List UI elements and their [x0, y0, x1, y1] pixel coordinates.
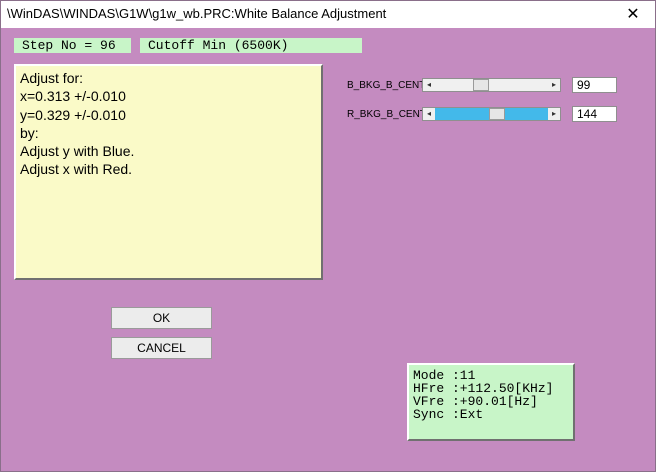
instruction-line: Adjust y with Blue.	[20, 143, 135, 160]
scroll-right-icon[interactable]: ▸	[548, 108, 560, 120]
close-icon[interactable]: ✕	[611, 1, 655, 28]
instruction-line: x=0.313 +/-0.010	[20, 88, 126, 105]
ok-button[interactable]: OK	[111, 307, 212, 329]
r-bkg-value-field[interactable]: 144	[572, 106, 617, 122]
scroll-left-icon[interactable]: ◂	[423, 108, 435, 120]
instruction-line: by:	[20, 124, 39, 141]
step-number: Step No = 96	[14, 38, 131, 53]
scroll-right-icon[interactable]: ▸	[548, 79, 560, 91]
window-title: \WinDAS\WINDAS\G1W\g1w_wb.PRC:White Bala…	[7, 6, 387, 21]
scroll-left-icon[interactable]: ◂	[423, 79, 435, 91]
sync-readout: Sync :Ext	[413, 407, 484, 422]
white-balance-window: \WinDAS\WINDAS\G1W\g1w_wb.PRC:White Bala…	[0, 0, 656, 472]
slider-label-b-bkg: B_BKG_B_CENT	[347, 80, 426, 91]
step-name: Cutoff Min (6500K)	[140, 38, 362, 53]
instruction-line: y=0.329 +/-0.010	[20, 106, 126, 123]
cancel-button[interactable]: CANCEL	[111, 337, 212, 359]
signal-info-panel: Mode :11 HFre :+112.50[KHz] VFre :+90.01…	[407, 363, 575, 441]
b-bkg-value-field[interactable]: 99	[572, 77, 617, 93]
instruction-line: Adjust x with Red.	[20, 161, 133, 178]
slider-thumb[interactable]	[473, 79, 489, 91]
b-bkg-slider[interactable]: ◂ ▸	[422, 78, 561, 92]
r-bkg-slider[interactable]: ◂ ▸	[422, 107, 561, 121]
instruction-line: Adjust for:	[20, 70, 84, 86]
slider-thumb[interactable]	[489, 108, 505, 120]
slider-label-r-bkg: R_BKG_B_CENT	[347, 109, 426, 120]
instructions-panel: Adjust for: x=0.313 +/-0.010 y=0.329 +/-…	[14, 64, 323, 280]
title-bar[interactable]: \WinDAS\WINDAS\G1W\g1w_wb.PRC:White Bala…	[1, 1, 655, 28]
